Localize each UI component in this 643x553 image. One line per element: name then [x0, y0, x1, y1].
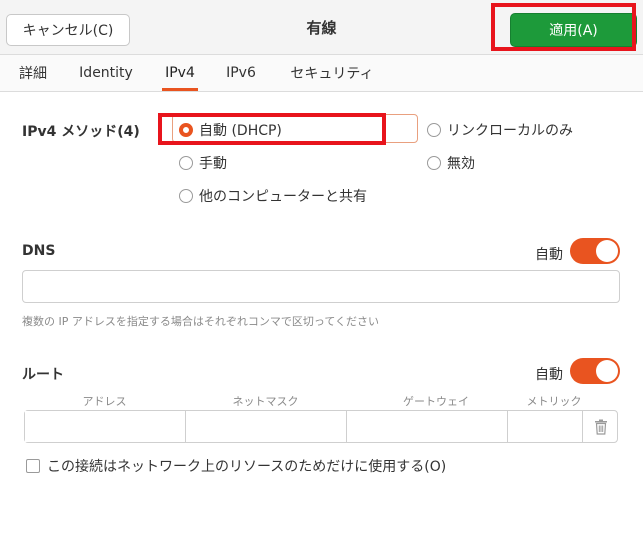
apply-button[interactable]: 適用(A) [510, 13, 637, 47]
routes-auto-switch[interactable] [570, 358, 620, 384]
radio-checked-icon [179, 123, 193, 137]
only-local-resources-checkbox[interactable]: この接続はネットワーク上のリソースのためだけに使用する(O) [26, 456, 446, 476]
column-netmask: ネットマスク [232, 395, 299, 408]
only-local-resources-label: この接続はネットワーク上のリソースのためだけに使用する(O) [47, 459, 447, 475]
switch-knob [596, 240, 618, 262]
switch-knob [596, 360, 618, 382]
route-metric-input[interactable] [508, 411, 583, 442]
routes-label: ルート [22, 367, 64, 383]
radio-manual[interactable]: 手動 [179, 153, 227, 173]
dns-input[interactable] [22, 270, 620, 303]
radio-unchecked-icon [427, 156, 441, 170]
trash-icon [594, 419, 607, 435]
radio-unchecked-icon [427, 123, 441, 137]
tab-security[interactable]: セキュリティ [280, 55, 384, 91]
radio-disabled-label: 無効 [447, 156, 475, 172]
dns-auto-label: 自動 [535, 247, 563, 263]
radio-shared[interactable]: 他のコンピューターと共有 [179, 186, 367, 206]
dns-label: DNS [22, 243, 56, 259]
dns-auto-switch[interactable] [570, 238, 620, 264]
delete-route-button[interactable] [583, 410, 618, 443]
radio-shared-label: 他のコンピューターと共有 [199, 189, 367, 205]
radio-dhcp-label: 自動 (DHCP) [199, 123, 282, 139]
tab-ipv4[interactable]: IPv4 [156, 55, 204, 91]
column-metric: メトリック [526, 395, 582, 408]
route-entry-row [24, 410, 618, 443]
route-gateway-input[interactable] [347, 411, 508, 442]
tab-ipv6[interactable]: IPv6 [218, 55, 264, 91]
checkbox-unchecked-icon [26, 459, 40, 473]
dns-hint: 複数の IP アドレスを指定する場合はそれぞれコンマで区切ってください [22, 315, 379, 328]
radio-link-local-label: リンクローカルのみ [447, 123, 573, 139]
column-address: アドレス [82, 395, 127, 408]
tab-bar: 詳細 Identity IPv4 IPv6 セキュリティ [0, 55, 643, 92]
routes-auto-label: 自動 [535, 367, 563, 383]
ipv4-method-label: IPv4 メソッド(4) [22, 124, 140, 140]
radio-link-local[interactable]: リンクローカルのみ [427, 120, 573, 140]
radio-disabled[interactable]: 無効 [427, 153, 475, 173]
tab-details[interactable]: 詳細 [8, 55, 58, 91]
route-netmask-input[interactable] [186, 411, 347, 442]
radio-unchecked-icon [179, 189, 193, 203]
route-address-input[interactable] [25, 411, 186, 442]
radio-unchecked-icon [179, 156, 193, 170]
tab-identity[interactable]: Identity [72, 55, 140, 91]
column-gateway: ゲートウェイ [403, 395, 469, 408]
radio-manual-label: 手動 [199, 156, 227, 172]
radio-dhcp[interactable]: 自動 (DHCP) [179, 120, 282, 140]
cancel-button[interactable]: キャンセル(C) [6, 14, 130, 46]
